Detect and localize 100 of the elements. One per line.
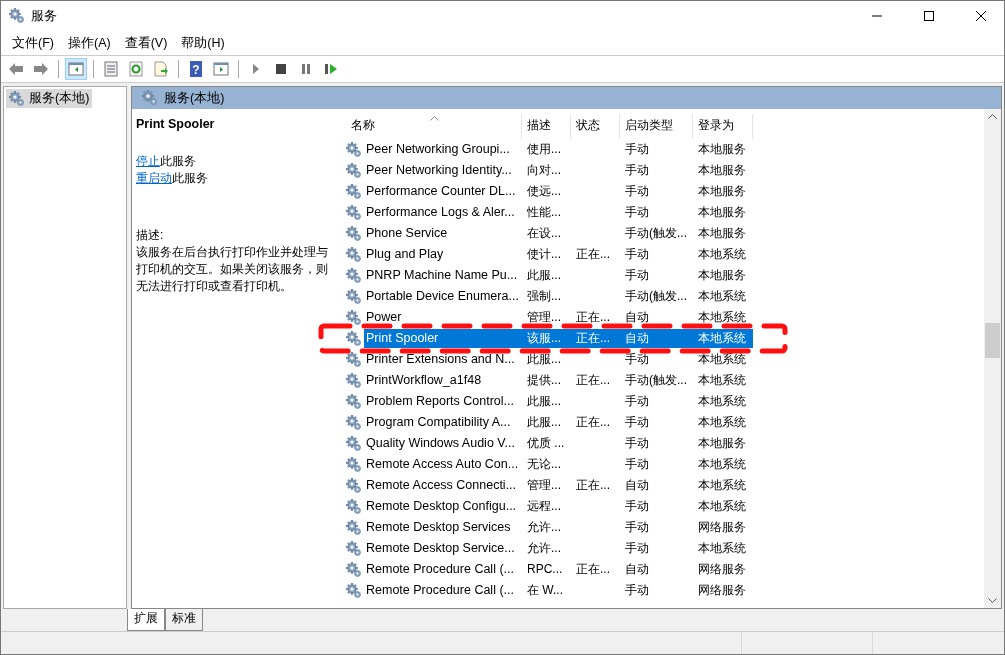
action-link[interactable]: 停止 — [136, 154, 160, 168]
menu-item[interactable]: 操作(A) — [60, 34, 118, 52]
service-icon — [346, 498, 362, 515]
table-cell-text: 手动 — [624, 267, 650, 284]
table-cell-text: 在设... — [526, 225, 562, 242]
table-cell-text: 本地服务 — [697, 183, 747, 200]
scrollbar-thumb[interactable] — [985, 323, 1000, 358]
table-cell-text: 手动 — [624, 162, 650, 179]
table-cell-text: 网络服务 — [697, 561, 747, 578]
service-name[interactable]: Problem Reports Control... — [364, 392, 522, 411]
description-label: 描述: — [136, 227, 165, 244]
service-icon — [346, 141, 362, 158]
action-pane-icon — [212, 60, 230, 78]
tree-item[interactable]: 服务(本地) — [6, 89, 93, 108]
service-name[interactable]: Print Spooler — [364, 329, 522, 348]
service-name[interactable]: Printer Extensions and N... — [364, 350, 522, 369]
action-link[interactable]: 重启动 — [136, 171, 172, 185]
column-header[interactable]: 启动类型 — [620, 114, 693, 139]
menu-item[interactable]: 查看(V) — [117, 34, 175, 52]
service-icon — [346, 162, 362, 179]
service-icon — [346, 540, 362, 557]
table-cell-text: 本地系统 — [697, 477, 747, 494]
table-cell-text: 本地系统 — [697, 393, 747, 410]
service-title: Print Spooler — [136, 117, 216, 131]
service-name[interactable]: Remote Access Auto Con... — [364, 455, 522, 474]
service-icon — [346, 225, 362, 242]
table-cell-text: 本地服务 — [697, 267, 747, 284]
table-cell-text: 自动 — [624, 309, 650, 326]
column-header[interactable]: 登录为 — [693, 114, 753, 139]
service-name[interactable]: Remote Desktop Configu... — [364, 497, 522, 516]
table-cell-text: 本地服务 — [697, 141, 747, 158]
service-name[interactable]: Peer Networking Identity... — [364, 161, 522, 180]
table-cell-text: 管理... — [526, 477, 562, 494]
service-name[interactable]: Performance Counter DL... — [364, 182, 522, 201]
scroll-up-icon[interactable] — [988, 113, 997, 119]
console-tree-button[interactable] — [65, 58, 87, 80]
table-cell-text: 自动 — [624, 477, 650, 494]
service-icon — [346, 246, 362, 263]
table-cell-text: 远程... — [526, 498, 562, 515]
service-name[interactable]: PNRP Machine Name Pu... — [364, 266, 522, 285]
table-cell-text: 手动 — [624, 498, 650, 515]
table-cell-text: 手动(触发... — [624, 225, 688, 242]
vertical-scrollbar[interactable] — [984, 109, 1001, 608]
table-cell-text: 此服... — [526, 267, 562, 284]
table-cell-text: 性能... — [526, 204, 562, 221]
table-cell-text: 允许... — [526, 540, 562, 557]
service-name[interactable]: Remote Procedure Call (... — [364, 560, 522, 579]
export-list-icon — [152, 60, 170, 78]
table-cell-text: 管理... — [526, 309, 562, 326]
table-cell-text: 手动(触发... — [624, 288, 688, 305]
view-tab[interactable]: 标准 — [165, 609, 203, 631]
table-cell: 自动 — [620, 329, 693, 348]
service-name[interactable]: Remote Desktop Services — [364, 518, 522, 537]
close-icon — [976, 11, 986, 21]
service-name[interactable]: Phone Service — [364, 224, 522, 243]
service-icon — [346, 414, 362, 431]
table-cell-text: 手动 — [624, 435, 650, 452]
service-icon — [346, 309, 362, 326]
properties-icon — [102, 60, 120, 78]
service-icon — [346, 435, 362, 452]
service-icon — [346, 582, 362, 599]
service-name[interactable]: Power — [364, 308, 522, 327]
table-cell-text: 正在... — [575, 414, 611, 431]
service-icon — [346, 204, 362, 221]
service-icon — [346, 393, 362, 410]
service-icon — [346, 519, 362, 536]
service-name[interactable]: Remote Access Connecti... — [364, 476, 522, 495]
description-text: 该服务在后台执行打印作业并处理与打印机的交互。如果关闭该服务，则无法进行打印或查看打印机。 — [136, 244, 329, 295]
service-name[interactable]: Portable Device Enumera... — [364, 287, 522, 306]
table-cell: 本地系统 — [693, 329, 753, 348]
service-icon — [346, 288, 362, 305]
table-cell-text: 本地系统 — [697, 288, 747, 305]
column-header[interactable]: 描述 — [522, 114, 571, 139]
help-button[interactable]: ? — [185, 58, 207, 80]
service-name[interactable]: Peer Networking Groupi... — [364, 140, 522, 159]
maximize-icon — [924, 11, 934, 21]
table-cell-text: 此服... — [526, 351, 562, 368]
column-header[interactable]: 名称 — [346, 114, 522, 139]
table-cell-text: 手动 — [624, 393, 650, 410]
table-cell-text: 正在... — [575, 246, 611, 263]
gear-icon — [142, 90, 158, 106]
service-name[interactable]: Remote Desktop Service... — [364, 539, 522, 558]
service-name[interactable]: Quality Windows Audio V... — [364, 434, 522, 453]
service-name[interactable]: Program Compatibility A... — [364, 413, 522, 432]
sort-caret-icon — [429, 115, 439, 121]
scroll-down-icon[interactable] — [988, 598, 997, 604]
service-name[interactable]: Performance Logs & Aler... — [364, 203, 522, 222]
menu-item[interactable]: 帮助(H) — [174, 34, 232, 52]
table-cell-text: 本地系统 — [697, 498, 747, 515]
service-name[interactable]: Plug and Play — [364, 245, 522, 264]
menu-item[interactable]: 文件(F) — [5, 34, 61, 52]
column-header[interactable]: 状态 — [571, 114, 620, 139]
table-cell-text: 手动 — [624, 183, 650, 200]
service-icon — [346, 372, 362, 389]
service-name[interactable]: Remote Procedure Call (... — [364, 581, 522, 600]
window-title: 服务 — [31, 7, 58, 25]
table-cell-text: 正在... — [575, 561, 611, 578]
view-tab[interactable]: 扩展 — [127, 609, 165, 631]
app-icon — [9, 8, 25, 24]
service-name[interactable]: PrintWorkflow_a1f48 — [364, 371, 522, 390]
